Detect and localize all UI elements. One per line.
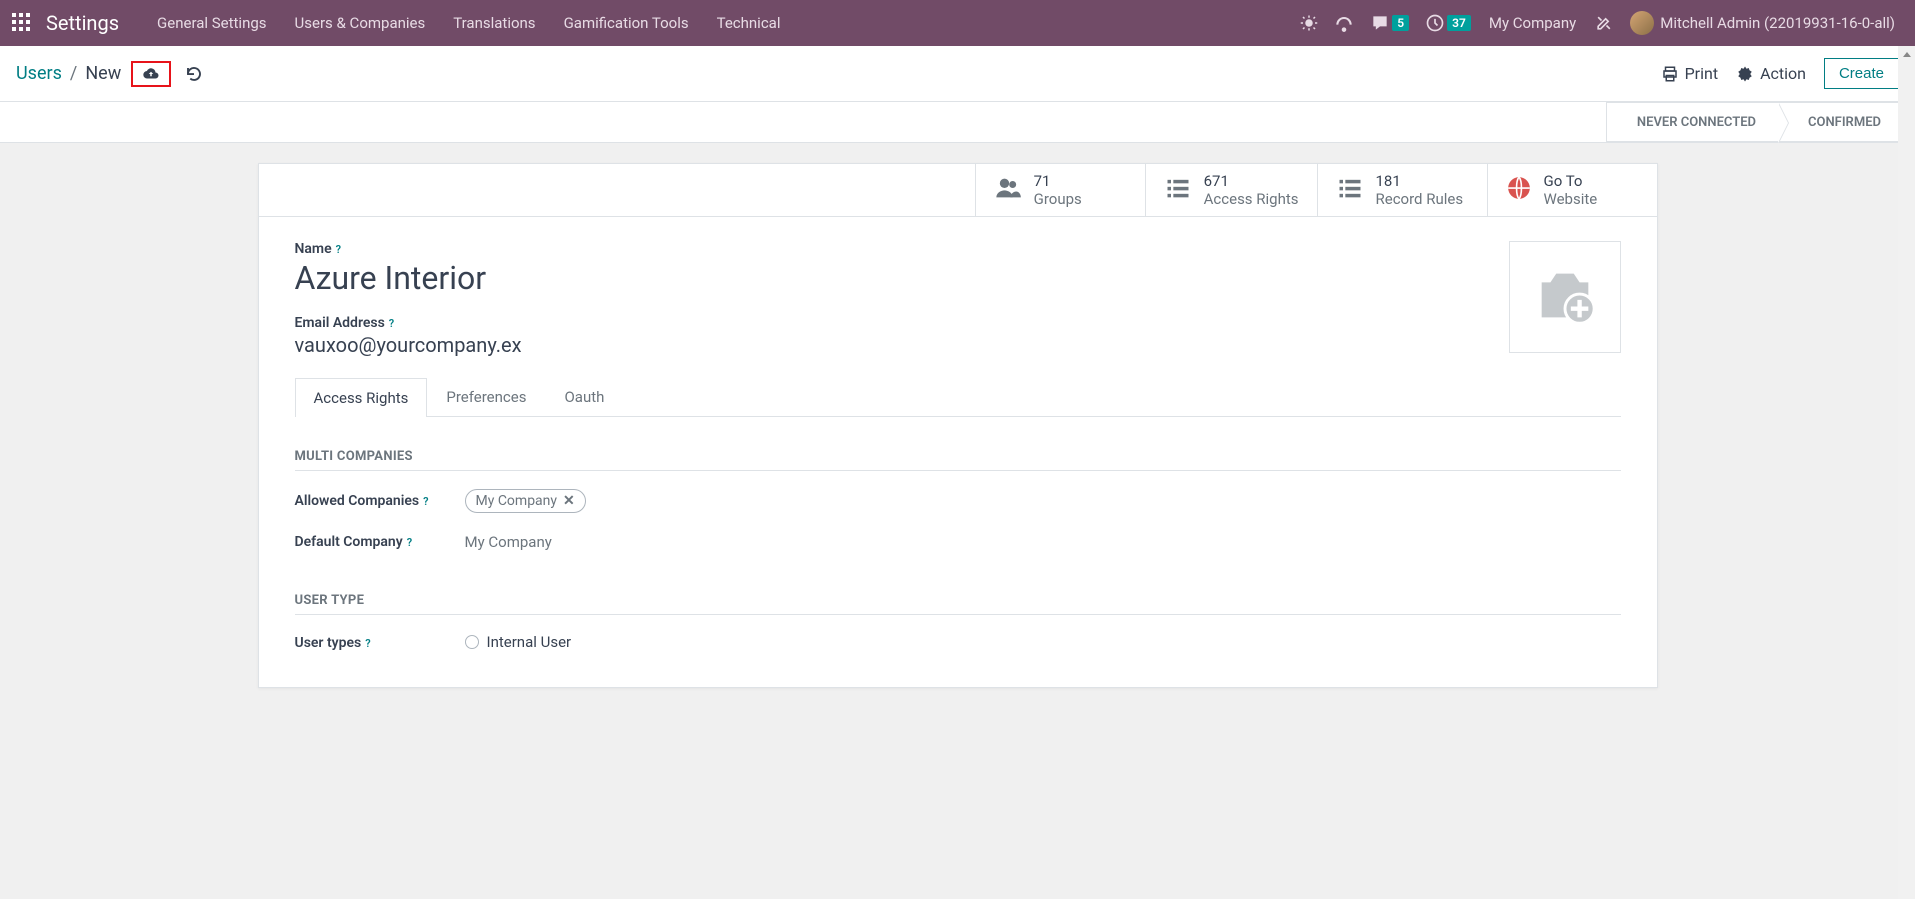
company-switcher[interactable]: My Company	[1489, 14, 1576, 32]
radio-circle-icon	[465, 635, 479, 649]
form-sheet: 71 Groups 671 Access Rights 181	[258, 163, 1658, 688]
undo-icon	[185, 65, 203, 83]
email-input[interactable]: vauxoo@yourcompany.ex	[295, 333, 1621, 357]
nav-technical[interactable]: Technical	[703, 14, 795, 32]
app-brand[interactable]: Settings	[46, 11, 119, 35]
section-multi-companies: MULTI COMPANIES	[295, 449, 1621, 471]
support-icon[interactable]	[1334, 13, 1354, 33]
tabs: Access Rights Preferences Oauth	[295, 377, 1621, 417]
print-icon	[1661, 65, 1679, 83]
print-button[interactable]: Print	[1661, 64, 1718, 83]
list-icon	[1164, 174, 1192, 206]
topbar: Settings General Settings Users & Compan…	[0, 0, 1915, 46]
user-types-label: User types ?	[295, 635, 465, 651]
name-label: Name ?	[295, 241, 342, 257]
discard-button[interactable]	[185, 65, 203, 83]
status-confirmed[interactable]: CONFIRMED	[1778, 102, 1903, 142]
help-icon[interactable]: ?	[423, 495, 428, 508]
help-icon[interactable]: ?	[407, 536, 412, 549]
gear-icon	[1736, 65, 1754, 83]
tab-access-rights[interactable]: Access Rights	[295, 378, 428, 417]
name-input[interactable]: Azure Interior	[295, 259, 1621, 297]
nav-users-companies[interactable]: Users & Companies	[281, 14, 440, 32]
cloud-upload-icon	[141, 65, 161, 83]
stat-website[interactable]: Go To Website	[1487, 164, 1657, 216]
breadcrumb-current: New	[85, 63, 121, 84]
messages-badge: 5	[1392, 15, 1409, 31]
action-button[interactable]: Action	[1736, 64, 1806, 83]
stat-website-line1: Go To	[1544, 172, 1598, 190]
action-label: Action	[1760, 64, 1806, 83]
stat-access-label: Access Rights	[1204, 190, 1299, 208]
breadcrumb-sep: /	[70, 63, 77, 84]
stat-website-line2: Website	[1544, 190, 1598, 208]
user-name-label: Mitchell Admin (22019931-16-0-all)	[1660, 14, 1895, 32]
nav-general-settings[interactable]: General Settings	[143, 14, 281, 32]
stat-groups[interactable]: 71 Groups	[975, 164, 1145, 216]
create-button[interactable]: Create	[1824, 58, 1899, 89]
tools-icon[interactable]	[1594, 13, 1614, 33]
nav-gamification[interactable]: Gamification Tools	[550, 14, 703, 32]
stat-access-rights[interactable]: 671 Access Rights	[1145, 164, 1317, 216]
stat-buttons: 71 Groups 671 Access Rights 181	[259, 164, 1657, 217]
scroll-up-icon[interactable]	[1898, 46, 1915, 63]
activities-badge: 37	[1447, 15, 1471, 31]
tab-oauth[interactable]: Oauth	[545, 377, 623, 416]
allowed-companies-label: Allowed Companies ?	[295, 493, 465, 509]
tag-remove-icon[interactable]: ✕	[563, 493, 575, 509]
messages-icon[interactable]: 5	[1370, 13, 1409, 33]
allowed-companies-input[interactable]: My Company ✕	[465, 489, 586, 513]
users-icon	[994, 174, 1022, 206]
stat-record-rules[interactable]: 181 Record Rules	[1317, 164, 1487, 216]
activities-icon[interactable]: 37	[1425, 13, 1471, 33]
camera-plus-icon	[1530, 262, 1600, 332]
email-label: Email Address ?	[295, 315, 395, 331]
default-company-label: Default Company ?	[295, 534, 465, 550]
stat-groups-label: Groups	[1034, 190, 1082, 208]
tab-preferences[interactable]: Preferences	[427, 377, 545, 416]
debug-icon[interactable]	[1300, 14, 1318, 32]
scrollbar[interactable]	[1898, 46, 1915, 899]
radio-label: Internal User	[487, 633, 572, 651]
user-menu[interactable]: Mitchell Admin (22019931-16-0-all)	[1630, 11, 1895, 35]
status-never-connected[interactable]: NEVER CONNECTED	[1606, 102, 1778, 142]
apps-icon[interactable]	[12, 13, 32, 33]
print-label: Print	[1685, 64, 1718, 83]
stat-groups-value: 71	[1034, 172, 1082, 190]
nav-translations[interactable]: Translations	[439, 14, 549, 32]
stat-access-value: 671	[1204, 172, 1299, 190]
avatar-upload[interactable]	[1509, 241, 1621, 353]
help-icon[interactable]: ?	[389, 317, 394, 330]
control-bar: Users / New Print Action Create	[0, 46, 1915, 102]
status-bar: NEVER CONNECTED CONFIRMED	[0, 102, 1915, 143]
company-tag: My Company ✕	[465, 489, 586, 513]
stat-rules-label: Record Rules	[1376, 190, 1464, 208]
globe-icon	[1506, 175, 1532, 205]
save-button[interactable]	[131, 61, 171, 87]
avatar	[1630, 11, 1654, 35]
help-icon[interactable]: ?	[336, 243, 341, 256]
breadcrumb-root[interactable]: Users	[16, 63, 62, 84]
radio-internal-user[interactable]: Internal User	[465, 633, 572, 651]
stat-rules-value: 181	[1376, 172, 1464, 190]
help-icon[interactable]: ?	[365, 637, 370, 650]
default-company-input[interactable]: My Company	[465, 533, 552, 551]
list-icon	[1336, 174, 1364, 206]
tag-label: My Company	[476, 493, 558, 509]
breadcrumb: Users / New	[16, 61, 203, 87]
section-user-type: USER TYPE	[295, 593, 1621, 615]
